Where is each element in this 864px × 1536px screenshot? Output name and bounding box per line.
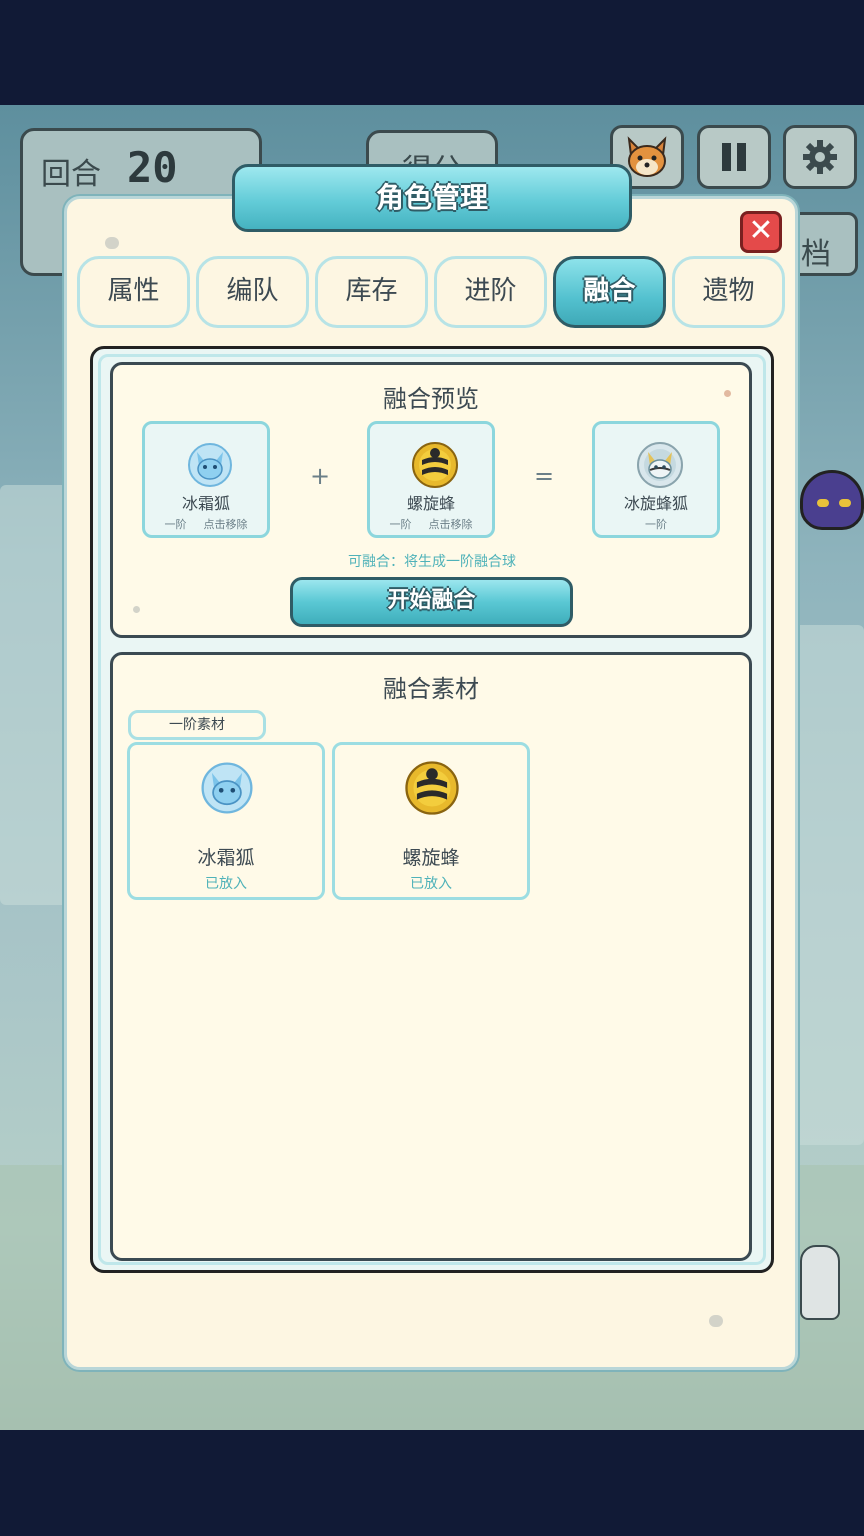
- sparkle-decoration-icon: [724, 390, 731, 397]
- tab-fusion[interactable]: 融合: [553, 256, 666, 328]
- slot-1-remove-hint[interactable]: 点击移除: [204, 518, 248, 531]
- husky-character: [800, 1245, 840, 1320]
- slot-1-tier: 一阶: [164, 518, 187, 531]
- slot-2-name: 螺旋蜂: [406, 494, 455, 513]
- spiral-bee-icon: [412, 442, 458, 488]
- slot-2-tier: 一阶: [389, 518, 412, 531]
- result-tier: 一阶: [645, 518, 667, 531]
- spiral-bee-icon: [405, 761, 459, 815]
- plus-sign: +: [310, 462, 331, 490]
- tab-relics[interactable]: 遗物: [672, 256, 785, 328]
- round-value: 20: [127, 143, 178, 192]
- fusion-preview-title: 融合预览: [383, 385, 479, 413]
- tab-attributes[interactable]: 属性: [77, 256, 190, 328]
- material-name: 螺旋蜂: [402, 847, 460, 869]
- enemy-slime: [800, 470, 864, 530]
- fusion-hint: 可融合：将生成一阶融合球: [348, 554, 516, 570]
- result-name: 冰旋蜂狐: [623, 494, 688, 513]
- tier-filter-tag[interactable]: 一阶素材: [128, 710, 266, 740]
- round-label: 回合: [41, 157, 101, 192]
- fusion-result-card: 冰旋蜂狐 一阶: [592, 421, 720, 538]
- paw-decoration-icon: [105, 237, 119, 249]
- pause-icon: [722, 143, 746, 171]
- slot-1-name: 冰霜狐: [181, 494, 230, 513]
- slot-2-meta: 一阶 点击移除: [370, 516, 492, 532]
- material-card-ice-fox[interactable]: 冰霜狐 已放入: [127, 742, 325, 900]
- tab-advance[interactable]: 进阶: [434, 256, 547, 328]
- gear-icon: [803, 140, 837, 174]
- save-button[interactable]: 档: [790, 212, 858, 276]
- start-fusion-button[interactable]: 开始融合: [290, 577, 573, 627]
- material-status: 已放入: [205, 876, 247, 892]
- close-button[interactable]: ✕: [740, 211, 782, 253]
- enemy-eye: [839, 499, 851, 507]
- tab-inventory[interactable]: 库存: [315, 256, 428, 328]
- settings-button[interactable]: [783, 125, 857, 189]
- slot-2-remove-hint[interactable]: 点击移除: [429, 518, 473, 531]
- fusion-slot-1[interactable]: 冰霜狐 一阶 点击移除: [142, 421, 270, 538]
- tab-bar: 属性 编队 库存 进阶 融合 遗物: [77, 256, 787, 330]
- fusion-materials-title: 融合素材: [383, 675, 479, 703]
- ice-fox-icon: [188, 443, 232, 487]
- enemy-eye: [817, 499, 829, 507]
- slot-1-meta: 一阶 点击移除: [145, 516, 267, 532]
- ice-spiral-bee-fox-icon: [637, 442, 683, 488]
- material-status: 已放入: [410, 876, 452, 892]
- equals-sign: =: [534, 462, 555, 490]
- fusion-slot-2[interactable]: 螺旋蜂 一阶 点击移除: [367, 421, 495, 538]
- tab-formation[interactable]: 编队: [196, 256, 309, 328]
- material-card-spiral-bee[interactable]: 螺旋蜂 已放入: [332, 742, 530, 900]
- sparkle-decoration-icon: [133, 606, 140, 613]
- material-name: 冰霜狐: [197, 847, 255, 869]
- save-label: 档: [801, 237, 831, 272]
- pause-button[interactable]: [697, 125, 771, 189]
- modal-title: 角色管理: [232, 164, 632, 232]
- ice-fox-icon: [201, 762, 253, 814]
- paw-decoration-icon: [709, 1315, 723, 1327]
